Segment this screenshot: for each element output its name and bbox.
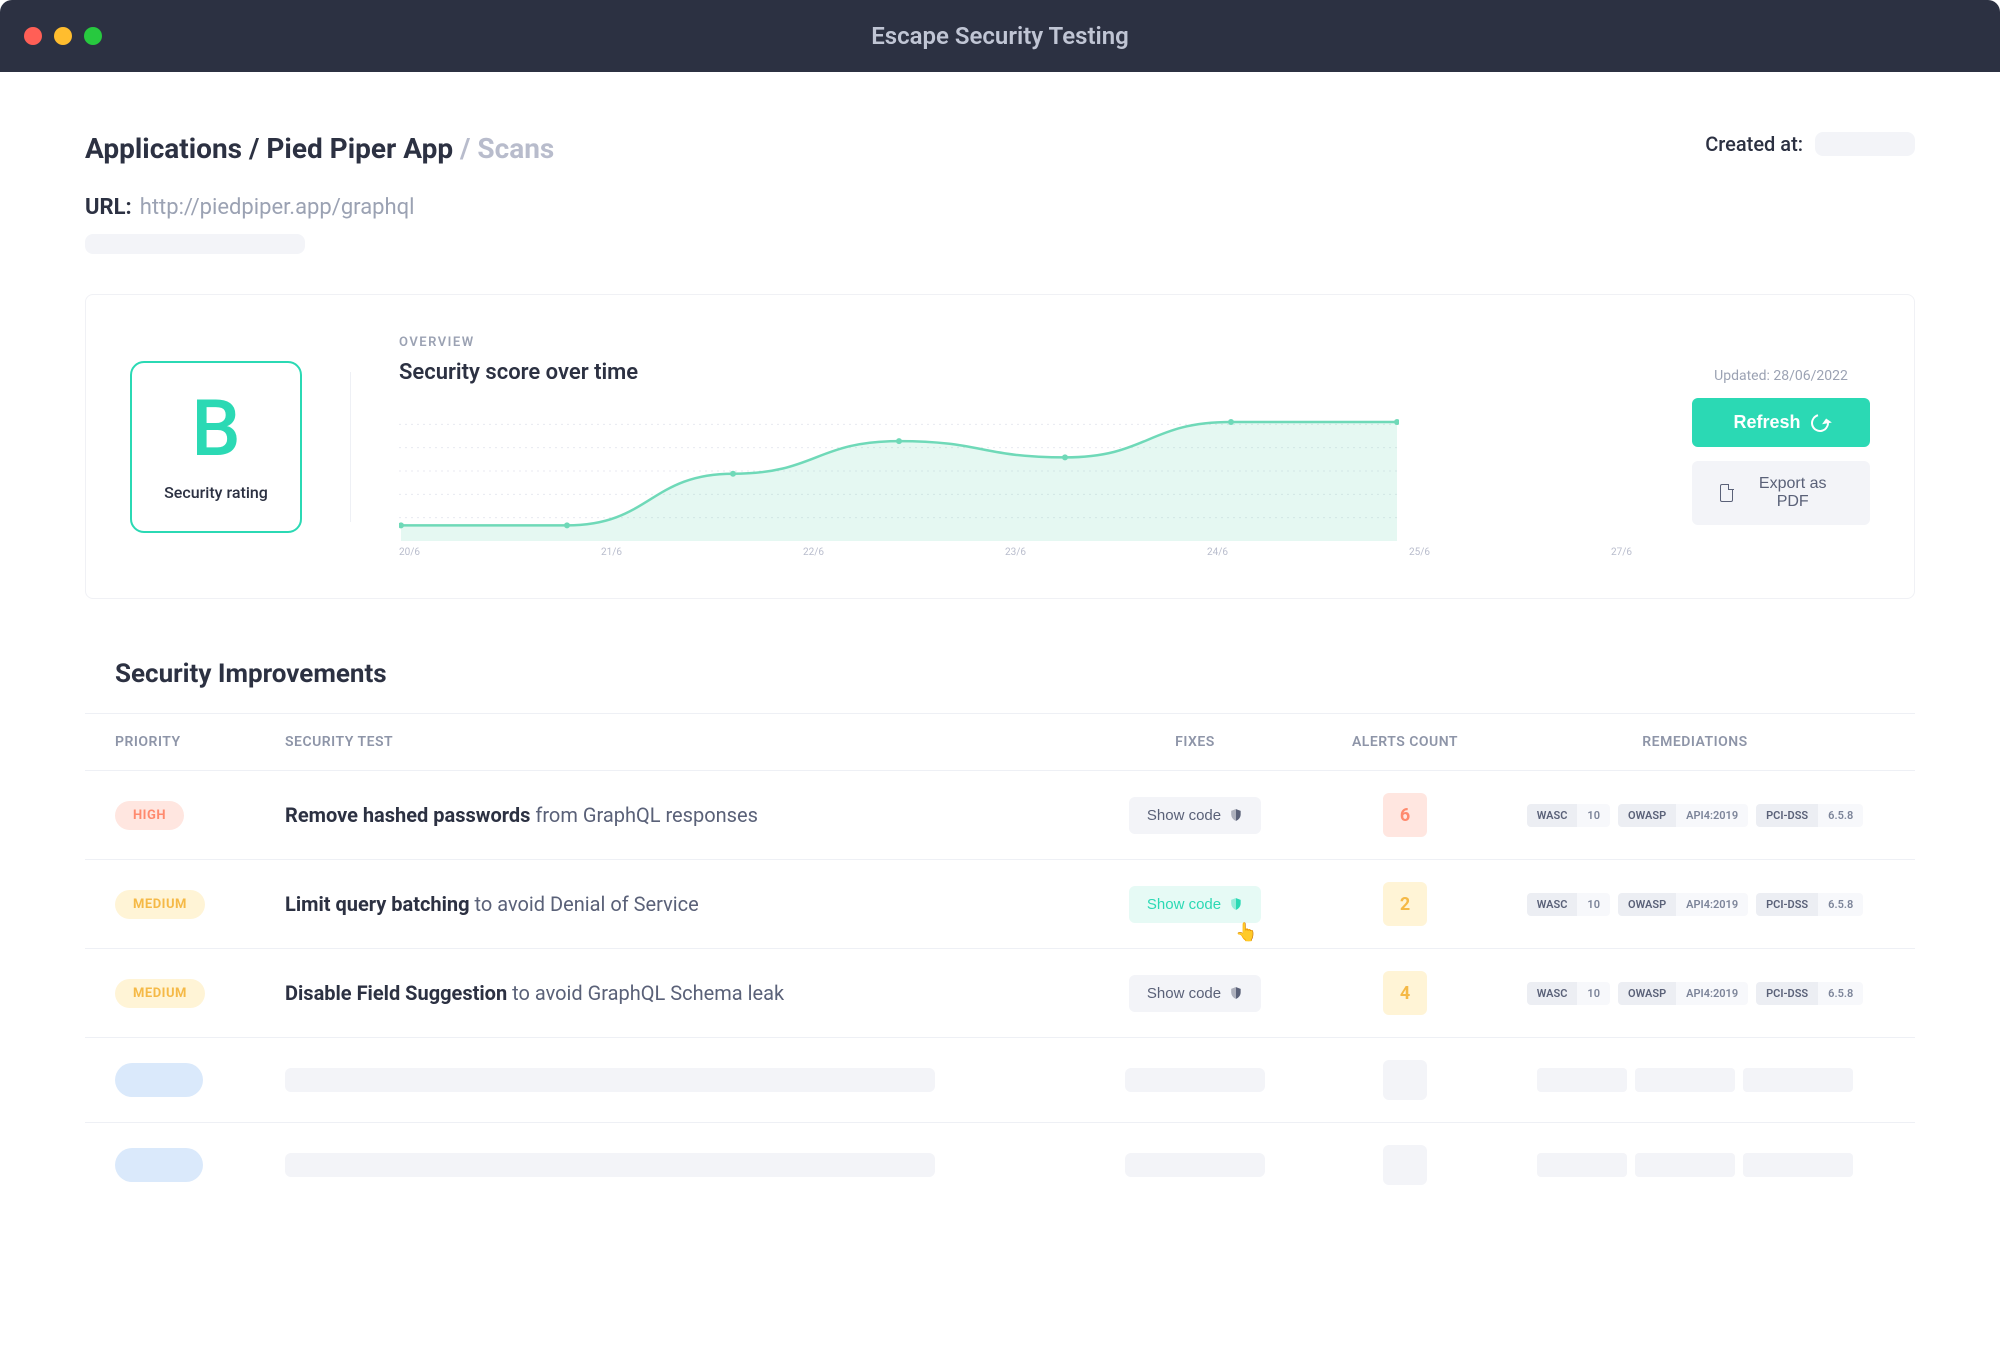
close-button[interactable] — [24, 27, 42, 45]
remediation-group: WASC10 OWASPAPI4:2019 PCI-DSS6.5.8 — [1505, 893, 1885, 916]
remediation-tag: OWASPAPI4:2019 — [1618, 982, 1748, 1005]
remediation-tag: WASC10 — [1527, 893, 1610, 916]
improvements-table: PRIORITY SECURITY TEST FIXES ALERTS COUN… — [85, 713, 1915, 1207]
remediation-tag: PCI-DSS6.5.8 — [1756, 893, 1863, 916]
refresh-button[interactable]: Refresh — [1692, 398, 1870, 447]
show-code-button[interactable]: Show code — [1129, 797, 1261, 834]
url-value: http://piedpiper.app/graphql — [140, 195, 415, 220]
col-alerts: ALERTS COUNT — [1305, 734, 1505, 750]
remediation-tag: OWASPAPI4:2019 — [1618, 893, 1748, 916]
breadcrumb-page: Scans — [477, 132, 554, 165]
remediation-tag: OWASPAPI4:2019 — [1618, 804, 1748, 827]
refresh-icon — [1807, 410, 1832, 435]
created-at: Created at: — [1705, 132, 1915, 156]
cursor-icon: 👆 — [1235, 922, 1257, 943]
skeleton-bar — [1125, 1068, 1265, 1092]
show-code-button[interactable]: Show code — [1129, 886, 1261, 923]
alerts-count-badge: 4 — [1383, 971, 1427, 1015]
remediation-tag: PCI-DSS6.5.8 — [1756, 804, 1863, 827]
url-sub-placeholder — [85, 234, 305, 254]
remediation-tag: WASC10 — [1527, 804, 1610, 827]
chart-x-axis: 20/621/622/623/624/625/627/6 — [399, 547, 1632, 558]
remediation-group: WASC10 OWASPAPI4:2019 PCI-DSS6.5.8 — [1505, 982, 1885, 1005]
chart-area: OVERVIEW Security score over time 20/621… — [399, 335, 1632, 558]
security-test-text: Limit query batching to avoid Denial of … — [285, 892, 699, 916]
security-rating-box: B Security rating — [130, 361, 302, 533]
file-icon — [1720, 484, 1733, 502]
priority-badge: MEDIUM — [115, 890, 205, 919]
created-at-label: Created at: — [1705, 132, 1803, 156]
security-rating-label: Security rating — [164, 483, 268, 502]
priority-badge: MEDIUM — [115, 979, 205, 1008]
skeleton-bar — [1383, 1060, 1427, 1100]
overview-card: B Security rating OVERVIEW Security scor… — [85, 294, 1915, 599]
col-fixes: FIXES — [1085, 734, 1305, 750]
alerts-count-badge: 6 — [1383, 793, 1427, 837]
table-row[interactable]: HIGH Remove hashed passwords from GraphQL… — [85, 770, 1915, 859]
maximize-button[interactable] — [84, 27, 102, 45]
shield-icon — [1229, 985, 1243, 1001]
skeleton-bar — [285, 1068, 935, 1092]
security-test-text: Remove hashed passwords from GraphQL res… — [285, 803, 758, 827]
divider — [350, 372, 351, 522]
created-at-placeholder — [1815, 132, 1915, 156]
window-controls — [24, 27, 102, 45]
url-label: URL: — [85, 195, 132, 220]
col-test: SECURITY TEST — [285, 734, 1085, 750]
col-remediations: REMEDIATIONS — [1505, 734, 1885, 750]
table-row[interactable]: MEDIUM Disable Field Suggestion to avoid … — [85, 948, 1915, 1037]
skeleton-pill — [115, 1063, 203, 1097]
refresh-label: Refresh — [1733, 412, 1800, 433]
shield-icon — [1229, 896, 1243, 912]
security-rating-grade: B — [191, 391, 240, 469]
table-header: PRIORITY SECURITY TEST FIXES ALERTS COUN… — [85, 714, 1915, 770]
table-row-skeleton — [85, 1122, 1915, 1207]
skeleton-bar — [1125, 1153, 1265, 1177]
show-code-button[interactable]: Show code — [1129, 975, 1261, 1012]
export-pdf-button[interactable]: Export as PDF — [1692, 461, 1870, 525]
updated-at: Updated: 28/06/2022 — [1714, 368, 1848, 384]
chart-title: Security score over time — [399, 360, 1632, 385]
window-title: Escape Security Testing — [871, 22, 1129, 50]
remediation-tag: WASC10 — [1527, 982, 1610, 1005]
security-score-chart — [399, 401, 1399, 541]
export-label: Export as PDF — [1743, 475, 1842, 511]
skeleton-bar — [1383, 1145, 1427, 1185]
overview-label: OVERVIEW — [399, 335, 1632, 350]
url-row: URL: http://piedpiper.app/graphql — [85, 195, 1915, 220]
shield-icon — [1229, 807, 1243, 823]
col-priority: PRIORITY — [115, 734, 285, 750]
improvements-title: Security Improvements — [85, 659, 1915, 689]
breadcrumb: Applications / Pied Piper App / Scans — [85, 132, 554, 165]
table-row-skeleton — [85, 1037, 1915, 1122]
security-test-text: Disable Field Suggestion to avoid GraphQ… — [285, 981, 784, 1005]
overview-actions: Updated: 28/06/2022 Refresh Export as PD… — [1692, 368, 1870, 525]
remediation-group: WASC10 OWASPAPI4:2019 PCI-DSS6.5.8 — [1505, 804, 1885, 827]
minimize-button[interactable] — [54, 27, 72, 45]
alerts-count-badge: 2 — [1383, 882, 1427, 926]
titlebar: Escape Security Testing — [0, 0, 2000, 72]
skeleton-pill — [115, 1148, 203, 1182]
remediation-tag: PCI-DSS6.5.8 — [1756, 982, 1863, 1005]
table-row[interactable]: MEDIUM Limit query batching to avoid Deni… — [85, 859, 1915, 948]
priority-badge: HIGH — [115, 801, 184, 830]
breadcrumb-app[interactable]: Pied Piper App — [266, 132, 453, 165]
skeleton-bar — [285, 1153, 935, 1177]
breadcrumb-root[interactable]: Applications — [85, 132, 242, 165]
